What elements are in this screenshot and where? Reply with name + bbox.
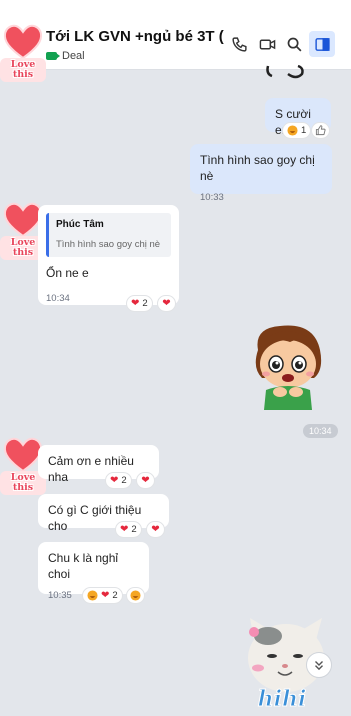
sticker-text: Love this [0, 58, 46, 82]
sticker-text: hihi [258, 686, 307, 712]
quoted-message[interactable]: Phúc Tâm Tình hình sao goy chị nè [46, 213, 171, 257]
heart-reaction-button[interactable]: ❤ [136, 472, 155, 489]
thumbs-up-icon [315, 125, 326, 136]
label-tag-icon [46, 52, 60, 60]
message-text: Ổn ne e [46, 266, 89, 280]
message-time: 10:33 [200, 192, 224, 203]
tag-label: Deal [62, 50, 85, 62]
crying-boy-sticker[interactable] [244, 320, 330, 412]
reaction-pill[interactable]: ❤ 2 [126, 295, 153, 312]
heart-emoji-icon: ❤ [110, 475, 119, 486]
heart-icon [3, 437, 43, 473]
search-icon[interactable] [284, 34, 304, 54]
heart-emoji-icon: ❤ [151, 524, 160, 535]
chat-title[interactable]: Tới LK GVN +ngủ bé 3T ( Th [46, 28, 224, 45]
heart-emoji-icon: ❤ [120, 524, 129, 535]
message-text: Tình hình sao goy chị nè [200, 153, 315, 183]
chat-header: Tới LK GVN +ngủ bé 3T ( Th Deal [0, 0, 351, 70]
heart-emoji-icon: ❤ [101, 590, 110, 601]
reaction-pill[interactable]: ❤ 2 [82, 587, 123, 604]
laughing-emoji-icon [130, 590, 141, 601]
scroll-to-bottom-button[interactable] [306, 652, 332, 678]
heart-icon [3, 202, 43, 238]
reaction-pill[interactable]: ❤ 2 [105, 472, 132, 489]
video-camera-icon[interactable] [257, 34, 277, 54]
like-reaction-button[interactable] [311, 122, 330, 139]
heart-emoji-icon: ❤ [131, 298, 140, 309]
phone-icon[interactable] [229, 34, 249, 54]
partial-sticker [266, 64, 304, 79]
quote-sender-name: Phúc Tâm [56, 219, 104, 230]
their-message[interactable]: Phúc Tâm Tình hình sao goy chị nè Ổn ne … [38, 205, 179, 305]
heart-reaction-button[interactable]: ❤ [146, 521, 165, 538]
chat-tag[interactable]: Deal [46, 50, 85, 62]
sticker-time: 10:34 [303, 424, 338, 438]
laughing-emoji-icon [287, 125, 298, 136]
sidebar-toggle-icon[interactable] [309, 31, 335, 57]
heart-reaction-button[interactable]: ❤ [157, 295, 176, 312]
my-message[interactable]: Tình hình sao goy chị nè 10:33 [190, 144, 332, 203]
message-text: Chu k là nghỉ choi [48, 551, 119, 581]
reaction-pill[interactable]: ❤ 2 [115, 521, 142, 538]
double-chevron-down-icon [315, 661, 323, 671]
heart-emoji-icon: ❤ [141, 475, 150, 486]
heart-icon [3, 24, 43, 60]
laugh-reaction-button[interactable] [126, 587, 145, 604]
heart-emoji-icon: ❤ [162, 298, 171, 309]
laughing-emoji-icon [87, 590, 98, 601]
sender-avatar-sticker[interactable]: Love this [0, 24, 46, 86]
reaction-pill[interactable]: 1 [282, 122, 312, 139]
quote-text: Tình hình sao goy chị nè [56, 239, 161, 250]
